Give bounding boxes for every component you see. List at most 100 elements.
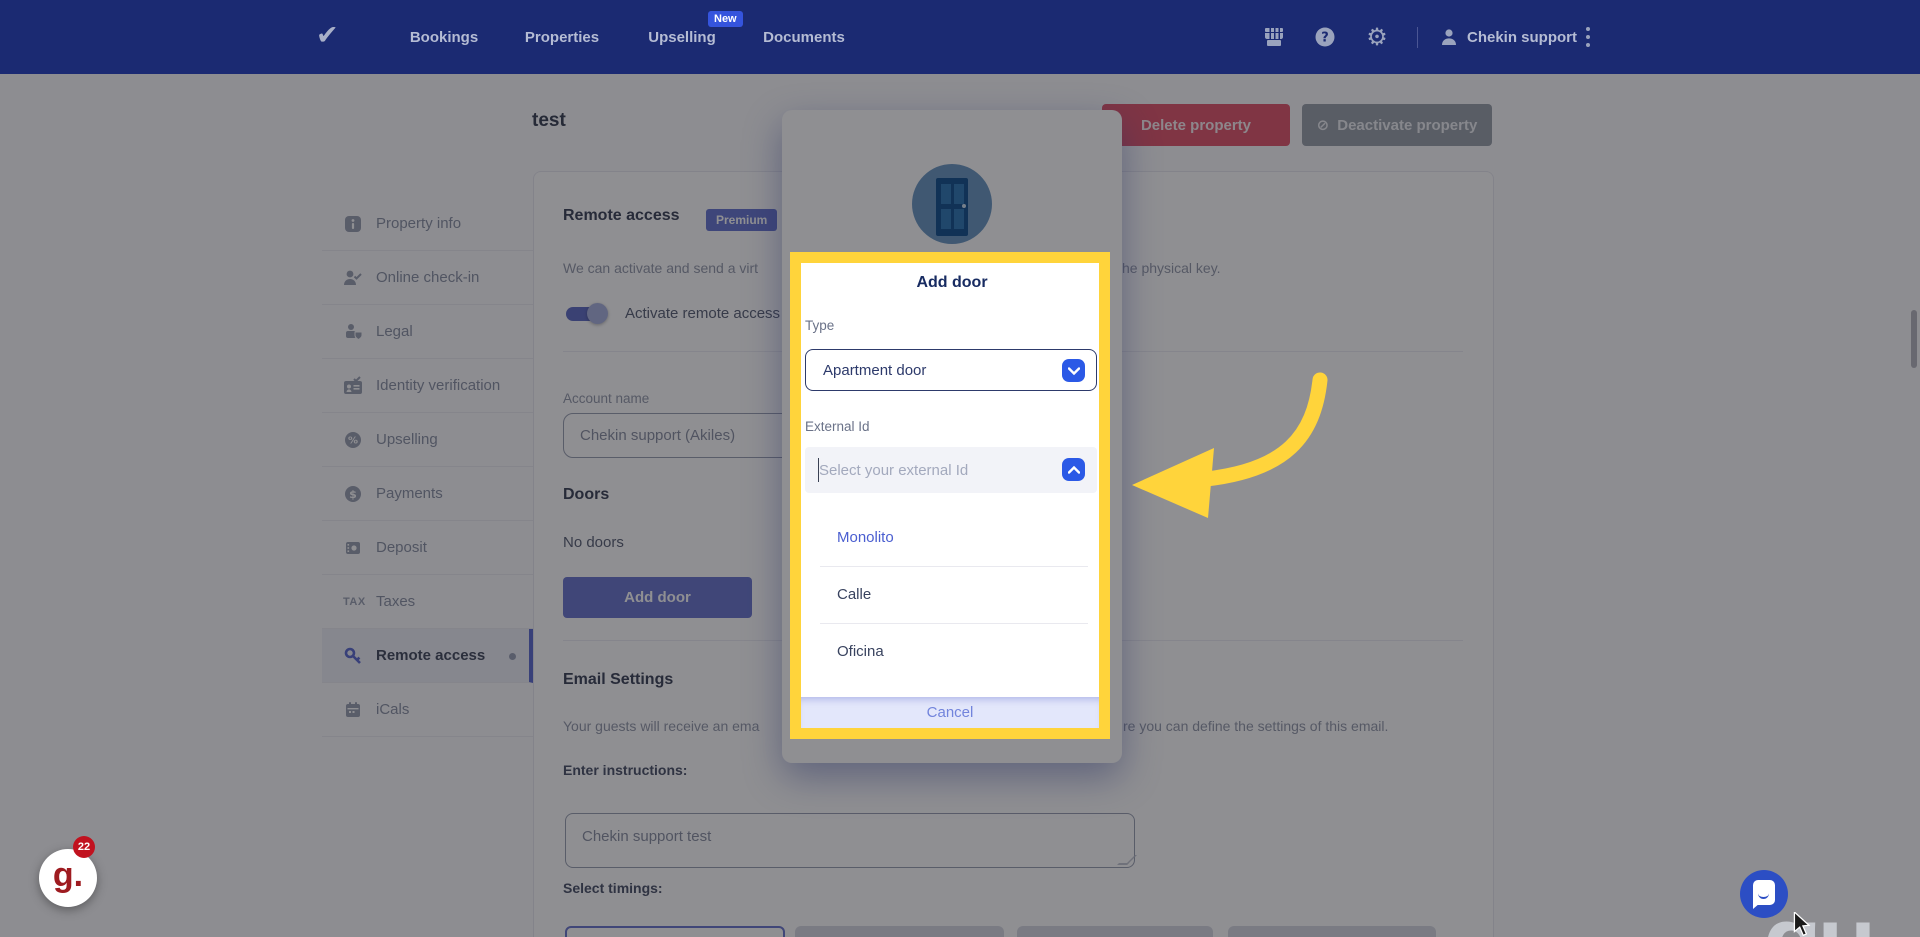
- sidebar-label: Identity verification: [376, 377, 500, 394]
- new-badge: New: [708, 11, 743, 27]
- tax-icon: TAX: [343, 596, 363, 608]
- nav-item-documents[interactable]: Documents: [763, 0, 845, 74]
- percent-badge-icon: %: [343, 430, 363, 450]
- sidebar-label: iCals: [376, 701, 409, 718]
- type-select-value: Apartment door: [823, 362, 926, 379]
- navbar-divider: [1417, 27, 1418, 48]
- option-divider: [820, 623, 1088, 624]
- sidebar-label: Payments: [376, 485, 443, 502]
- toggle-label: Activate remote access: [625, 305, 780, 322]
- remote-access-desc-left: We can activate and send a virt: [563, 260, 758, 276]
- instructions-textarea[interactable]: Chekin support test: [565, 813, 1135, 868]
- timing-option-4[interactable]: [1228, 926, 1436, 937]
- sidebar-label: Online check-in: [376, 269, 479, 286]
- sidebar-label: Upselling: [376, 431, 438, 448]
- timing-option-1[interactable]: [565, 926, 785, 937]
- deactivate-label: Deactivate property: [1337, 117, 1477, 134]
- help-icon[interactable]: ?: [1314, 0, 1336, 74]
- incomplete-dot: [509, 653, 516, 660]
- chat-bubble-tail: [1753, 903, 1760, 909]
- toggle-thumb[interactable]: [587, 303, 608, 324]
- option-oficina[interactable]: Oficina: [837, 643, 884, 660]
- scrollbar-thumb[interactable]: [1911, 310, 1917, 368]
- sidebar-item-identity-verification[interactable]: Identity verification: [322, 359, 533, 413]
- sidebar-label: Legal: [376, 323, 413, 340]
- person-check-icon: [343, 268, 363, 288]
- checkmark-logo-icon: ✔: [316, 20, 339, 51]
- modal-title: Add door: [782, 274, 1122, 292]
- sidebar-item-payments[interactable]: $ Payments: [322, 467, 533, 521]
- type-select[interactable]: Apartment door: [805, 349, 1097, 391]
- info-icon: [343, 214, 363, 234]
- dollar-icon: $: [343, 484, 363, 504]
- select-timings-label: Select timings:: [563, 880, 663, 896]
- calendar-icon: [343, 700, 363, 720]
- chat-bubble-icon: [1753, 880, 1775, 905]
- sidebar-item-taxes[interactable]: TAX Taxes: [322, 575, 533, 629]
- timing-option-2[interactable]: [795, 926, 1004, 937]
- door-avatar-icon: [912, 164, 992, 244]
- email-desc-left: Your guests will receive an ema: [563, 718, 759, 734]
- kebab-menu-icon[interactable]: [1586, 27, 1590, 47]
- sidebar-label: Taxes: [376, 593, 415, 610]
- type-chevron-down-button[interactable]: [1062, 359, 1085, 382]
- option-monolito[interactable]: Monolito: [837, 529, 894, 546]
- no-doors-text: No doors: [563, 534, 624, 551]
- remote-access-heading: Remote access: [563, 207, 680, 225]
- guidde-logo: g.: [53, 856, 83, 895]
- banknote-icon: [343, 538, 363, 558]
- cancel-button[interactable]: Cancel: [801, 697, 1099, 728]
- sidebar-item-online-checkin[interactable]: Online check-in: [322, 251, 533, 305]
- external-id-chevron-up-button[interactable]: [1062, 458, 1085, 481]
- svg-text:?: ?: [1321, 31, 1329, 46]
- nav-item-upselling[interactable]: Upselling: [648, 0, 716, 74]
- sidebar-item-deposit[interactable]: Deposit: [322, 521, 533, 575]
- type-label: Type: [805, 318, 834, 333]
- chevron-up-icon: [1068, 466, 1080, 474]
- chat-launcher-button[interactable]: [1740, 870, 1788, 918]
- sidebar-item-legal[interactable]: Legal: [322, 305, 533, 359]
- remote-access-desc-right: he physical key.: [1122, 260, 1221, 276]
- sidebar-item-remote-access[interactable]: Remote access: [322, 629, 533, 683]
- nav-item-properties[interactable]: Properties: [525, 0, 599, 74]
- guidde-widget-button[interactable]: g.: [39, 849, 97, 907]
- id-card-icon: [343, 376, 363, 396]
- top-navbar: ✔ Bookings Properties Upselling Document…: [0, 0, 1920, 74]
- chevron-down-icon: [1068, 367, 1080, 375]
- sidebar-label: Remote access: [376, 647, 485, 664]
- app-screen: test Delete property ⊘ Deactivate proper…: [0, 0, 1920, 937]
- sidebar-item-upselling[interactable]: % Upselling: [322, 413, 533, 467]
- instructions-textarea-wrap: Chekin support test: [565, 813, 1135, 868]
- sidebar-label: Property info: [376, 215, 461, 232]
- enter-instructions-label: Enter instructions:: [563, 762, 687, 778]
- stamp-shield-icon: [343, 322, 363, 342]
- add-door-button[interactable]: Add door: [563, 577, 752, 618]
- delete-property-button[interactable]: Delete property: [1102, 104, 1290, 146]
- premium-badge: Premium: [706, 209, 777, 231]
- user-icon: [1438, 0, 1460, 74]
- timing-option-3[interactable]: [1017, 926, 1213, 937]
- text-caret: [818, 458, 819, 482]
- user-name[interactable]: Chekin support: [1467, 0, 1577, 74]
- page-title: test: [532, 110, 566, 132]
- sidebar-item-icals[interactable]: iCals: [322, 683, 533, 737]
- account-name-label: Account name: [563, 391, 649, 406]
- doors-heading: Doors: [563, 486, 609, 504]
- deactivate-property-button[interactable]: ⊘ Deactivate property: [1302, 104, 1492, 146]
- option-calle[interactable]: Calle: [837, 586, 871, 603]
- deactivate-icon: ⊘: [1317, 116, 1330, 134]
- external-id-input[interactable]: [805, 447, 1097, 493]
- email-settings-heading: Email Settings: [563, 671, 673, 689]
- option-divider: [820, 566, 1088, 567]
- email-desc-right: re you can define the settings of this e…: [1123, 718, 1388, 734]
- marketplace-icon[interactable]: [1263, 0, 1285, 74]
- external-id-label: External Id: [805, 419, 870, 434]
- gear-icon[interactable]: ⚙: [1366, 0, 1388, 74]
- svg-text:%: %: [348, 435, 358, 446]
- sidebar-label: Deposit: [376, 539, 427, 556]
- nav-item-bookings[interactable]: Bookings: [410, 0, 478, 74]
- guidde-count-badge: 22: [73, 836, 95, 858]
- svg-text:$: $: [349, 488, 357, 501]
- key-icon: [343, 646, 363, 666]
- sidebar-item-property-info[interactable]: Property info: [322, 197, 533, 251]
